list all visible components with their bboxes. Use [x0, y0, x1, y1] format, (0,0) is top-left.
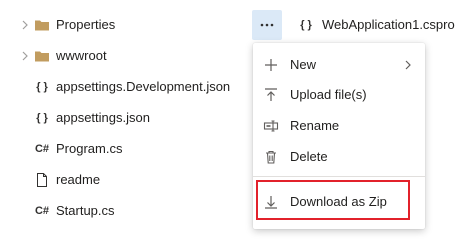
menu-item-rename[interactable]: Rename	[253, 111, 425, 141]
delete-icon	[266, 150, 276, 164]
menu-divider	[253, 176, 425, 177]
menu-item-label: Rename	[290, 118, 340, 133]
chevron-right-icon[interactable]	[20, 18, 30, 32]
menu-item-label: New	[290, 57, 317, 72]
tree-item-label: appsettings.Development.json	[56, 79, 231, 94]
menu-item-upload[interactable]: Upload file(s)	[253, 80, 425, 110]
folder-icon	[35, 51, 49, 62]
tree-item-wwwroot[interactable]: wwwroot	[0, 41, 250, 71]
csharp-file-icon: C#	[34, 205, 50, 217]
tree-item-label: Properties	[56, 17, 116, 32]
more-actions-button[interactable]	[252, 10, 282, 40]
menu-item-delete[interactable]: Delete	[253, 142, 425, 172]
highlight-annotation	[256, 180, 410, 220]
tree-item-label: appsettings.json	[56, 110, 150, 125]
tree-item-startup[interactable]: C# Startup.cs	[0, 196, 250, 226]
tree-item-label: readme	[56, 172, 101, 187]
document-icon	[37, 173, 47, 187]
chevron-right-icon	[405, 60, 411, 70]
chevron-right-icon[interactable]	[20, 49, 30, 63]
json-file-icon: { }	[300, 19, 312, 31]
tree-item-program[interactable]: C# Program.cs	[0, 134, 250, 164]
upload-icon	[265, 88, 277, 101]
file-tree: Properties wwwroot { } appsettings.Devel…	[0, 0, 250, 241]
rename-icon	[263, 120, 279, 132]
folder-icon	[35, 20, 49, 31]
tree-item-label: Startup.cs	[56, 203, 115, 218]
add-icon	[265, 59, 277, 71]
csharp-file-icon: C#	[34, 143, 50, 155]
json-file-icon: { }	[36, 81, 48, 93]
tree-item-appsettings-development[interactable]: { } appsettings.Development.json	[0, 72, 250, 102]
more-horizontal-icon	[260, 23, 274, 27]
tree-item-label: Program.cs	[56, 141, 123, 156]
tree-item-label: wwwroot	[56, 48, 107, 63]
list-item-label: WebApplication1.cspro	[322, 17, 455, 32]
menu-item-label: Upload file(s)	[290, 87, 367, 102]
tree-item-properties[interactable]: Properties	[0, 10, 250, 40]
tree-item-readme[interactable]: readme	[0, 165, 250, 195]
json-file-icon: { }	[36, 112, 48, 124]
menu-item-new[interactable]: New	[253, 50, 425, 80]
tree-item-appsettings[interactable]: { } appsettings.json	[0, 103, 250, 133]
menu-item-label: Delete	[290, 149, 328, 164]
